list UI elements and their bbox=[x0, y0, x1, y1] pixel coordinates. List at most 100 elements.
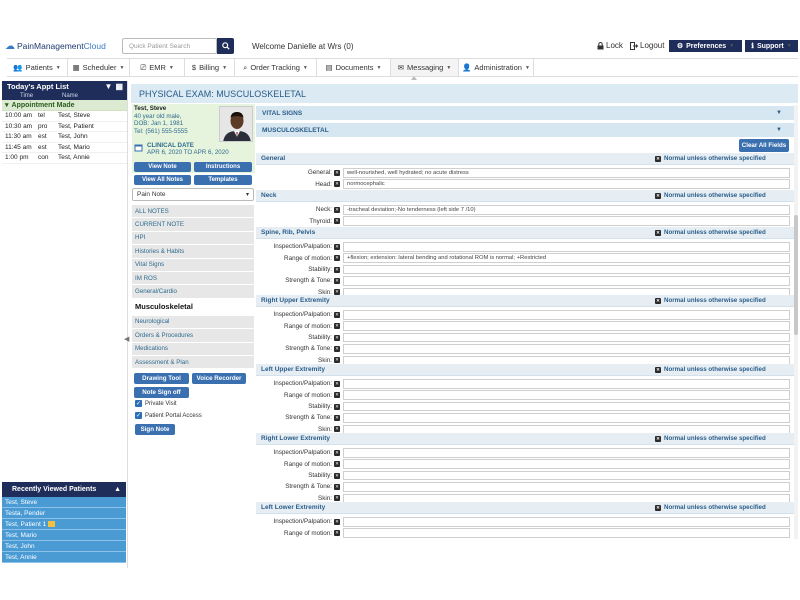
section-general-cardio[interactable]: General/Cardio bbox=[132, 285, 254, 299]
app-logo[interactable]: ☁ PainManagement Cloud bbox=[5, 40, 106, 52]
clear-icon[interactable]: ✕ bbox=[655, 229, 661, 236]
clear-field-icon[interactable]: ✕ bbox=[334, 449, 340, 456]
drawing-tool-button[interactable]: Drawing Tool bbox=[134, 373, 189, 384]
exam-field-input[interactable] bbox=[343, 390, 790, 400]
normal-unless-specified-toggle[interactable]: ✕ Normal unless otherwise specified bbox=[655, 504, 766, 511]
clear-field-icon[interactable]: ✕ bbox=[334, 530, 340, 537]
clear-field-icon[interactable]: ✕ bbox=[334, 495, 340, 502]
recent-patient[interactable]: Testa, Pender bbox=[2, 508, 126, 519]
clear-field-icon[interactable]: ✕ bbox=[334, 277, 340, 284]
appt-row[interactable]: 10:30 am pro Test, Patient bbox=[2, 122, 127, 132]
appt-group-header[interactable]: ▾ Appointment Made bbox=[2, 100, 127, 111]
support-button[interactable]: ℹ Support ▼ bbox=[745, 40, 798, 52]
clear-field-icon[interactable]: ✕ bbox=[334, 266, 340, 273]
normal-unless-specified-toggle[interactable]: ✕ Normal unless otherwise specified bbox=[655, 229, 766, 236]
clear-field-icon[interactable]: ✕ bbox=[334, 218, 340, 225]
view-note-button[interactable]: View Note bbox=[134, 162, 191, 172]
vital-signs-accordion[interactable]: VITAL SIGNS ▼ bbox=[256, 106, 794, 120]
nav-documents[interactable]: ▤ Documents ▼ bbox=[317, 59, 391, 76]
clear-field-icon[interactable]: ✕ bbox=[334, 255, 340, 262]
exam-field-input[interactable]: -tracheal deviation;-No tenderness (left… bbox=[343, 205, 790, 215]
exam-field-input[interactable] bbox=[343, 459, 790, 469]
exam-scrollbar[interactable] bbox=[794, 105, 798, 539]
patient-name[interactable]: Test, Steve bbox=[134, 105, 188, 113]
clear-field-icon[interactable]: ✕ bbox=[334, 345, 340, 352]
section-medications[interactable]: Medications bbox=[132, 342, 254, 356]
clear-field-icon[interactable]: ✕ bbox=[334, 169, 340, 176]
clear-field-icon[interactable]: ✕ bbox=[334, 311, 340, 318]
exam-field-input[interactable] bbox=[343, 344, 790, 354]
normal-unless-specified-toggle[interactable]: ✕ Normal unless otherwise specified bbox=[655, 435, 766, 442]
normal-unless-specified-toggle[interactable]: ✕ Normal unless otherwise specified bbox=[655, 297, 766, 304]
clear-field-icon[interactable]: ✕ bbox=[334, 181, 340, 188]
exam-field-input[interactable] bbox=[343, 413, 790, 423]
exam-field-input[interactable] bbox=[343, 482, 790, 492]
clear-all-fields-button[interactable]: Clear All Fields bbox=[739, 139, 789, 152]
exam-field-input[interactable] bbox=[343, 332, 790, 343]
filter-icon[interactable]: ▼ bbox=[105, 82, 113, 91]
clear-field-icon[interactable]: ✕ bbox=[334, 461, 340, 468]
section-hpi[interactable]: HPI bbox=[132, 231, 254, 246]
appt-row[interactable]: 11:45 am est Test, Mario bbox=[2, 143, 127, 153]
checkbox-checked-icon[interactable]: ✓ bbox=[135, 400, 142, 407]
section-musculoskeletal[interactable]: Musculoskeletal bbox=[132, 298, 254, 316]
normal-unless-specified-toggle[interactable]: ✕ Normal unless otherwise specified bbox=[655, 155, 766, 162]
recent-patient[interactable]: Test, Mario bbox=[2, 530, 126, 541]
recent-patient[interactable]: Test, Patient 1 bbox=[2, 519, 126, 530]
clear-field-icon[interactable]: ✕ bbox=[334, 483, 340, 490]
sign-note-button[interactable]: Sign Note bbox=[135, 424, 175, 435]
lock-button[interactable]: Lock bbox=[597, 41, 623, 50]
recently-viewed-header[interactable]: Recently Viewed Patients ▲ bbox=[2, 482, 126, 497]
clear-field-icon[interactable]: ✕ bbox=[334, 392, 340, 399]
clear-field-icon[interactable]: ✕ bbox=[334, 380, 340, 387]
exam-field-input[interactable] bbox=[343, 379, 790, 389]
exam-field-input[interactable] bbox=[343, 276, 790, 286]
recent-patient[interactable]: Test, John bbox=[2, 541, 126, 552]
note-type-select[interactable]: Pain Note ▾ bbox=[132, 188, 254, 201]
clear-field-icon[interactable]: ✕ bbox=[334, 206, 340, 213]
exam-field-input[interactable] bbox=[343, 517, 790, 527]
logout-button[interactable]: Logout bbox=[630, 41, 664, 50]
musculoskeletal-accordion[interactable]: MUSCULOSKELETAL ▼ bbox=[256, 123, 794, 137]
exam-field-input[interactable]: normocephalic bbox=[343, 179, 790, 189]
section-assessment-plan[interactable]: Assessment & Plan bbox=[132, 355, 254, 370]
preferences-button[interactable]: ⚙ Preferences ▼ bbox=[669, 40, 742, 52]
nav-emr[interactable]: ⎚ EMR ▼ bbox=[130, 59, 185, 76]
collapse-panel-icon[interactable]: ◀ bbox=[124, 335, 129, 343]
clear-field-icon[interactable]: ✕ bbox=[334, 357, 340, 364]
appt-row[interactable]: 11:30 am est Test, John bbox=[2, 132, 127, 143]
appt-row[interactable]: 10:00 am tel Test, Steve bbox=[2, 111, 127, 122]
clear-icon[interactable]: ✕ bbox=[655, 504, 661, 511]
recent-patient[interactable]: Test, Annie bbox=[2, 552, 126, 563]
templates-button[interactable]: Templates bbox=[194, 175, 252, 185]
clear-icon[interactable]: ✕ bbox=[655, 192, 661, 199]
section-all-notes[interactable]: ALL NOTES bbox=[132, 205, 254, 219]
nav-scheduler[interactable]: ▦ Scheduler ▼ bbox=[68, 59, 130, 76]
clear-field-icon[interactable]: ✕ bbox=[334, 414, 340, 421]
calendar-icon[interactable]: ▦ bbox=[115, 82, 123, 91]
section-vital-signs[interactable]: Vital Signs bbox=[132, 258, 254, 272]
exam-field-input[interactable]: +flexion; extension: lateral bending and… bbox=[343, 253, 790, 263]
search-button[interactable] bbox=[217, 38, 234, 54]
normal-unless-specified-toggle[interactable]: ✕ Normal unless otherwise specified bbox=[655, 366, 766, 373]
view-all-notes-button[interactable]: View All Notes bbox=[134, 175, 191, 185]
patient-search-input[interactable] bbox=[122, 38, 217, 54]
clear-icon[interactable]: ✕ bbox=[655, 435, 661, 442]
private-visit-checkbox[interactable]: ✓ Private Visit bbox=[135, 400, 177, 407]
section-current-note[interactable]: CURRENT NOTE bbox=[132, 218, 254, 232]
section-orders-procedures[interactable]: Orders & Procedures bbox=[132, 329, 254, 343]
exam-field-input[interactable] bbox=[343, 310, 790, 320]
nav-administration[interactable]: 👤 Administration ▼ bbox=[459, 59, 534, 76]
nav-order-tracking[interactable]: ⌕ Order Tracking ▼ bbox=[235, 59, 317, 76]
clear-field-icon[interactable]: ✕ bbox=[334, 243, 340, 250]
exam-field-input[interactable] bbox=[343, 321, 790, 331]
nav-billing[interactable]: $ Billing ▼ bbox=[185, 59, 235, 76]
instructions-button[interactable]: Instructions bbox=[194, 162, 252, 172]
clear-icon[interactable]: ✕ bbox=[655, 297, 661, 304]
clear-field-icon[interactable]: ✕ bbox=[334, 518, 340, 525]
appt-row[interactable]: 1:00 pm con Test, Annie bbox=[2, 153, 127, 164]
exam-field-input[interactable] bbox=[343, 528, 790, 538]
section-histories-habits[interactable]: Histories & Habits bbox=[132, 245, 254, 259]
section-neurological[interactable]: Neurological bbox=[132, 315, 254, 330]
normal-unless-specified-toggle[interactable]: ✕ Normal unless otherwise specified bbox=[655, 192, 766, 199]
